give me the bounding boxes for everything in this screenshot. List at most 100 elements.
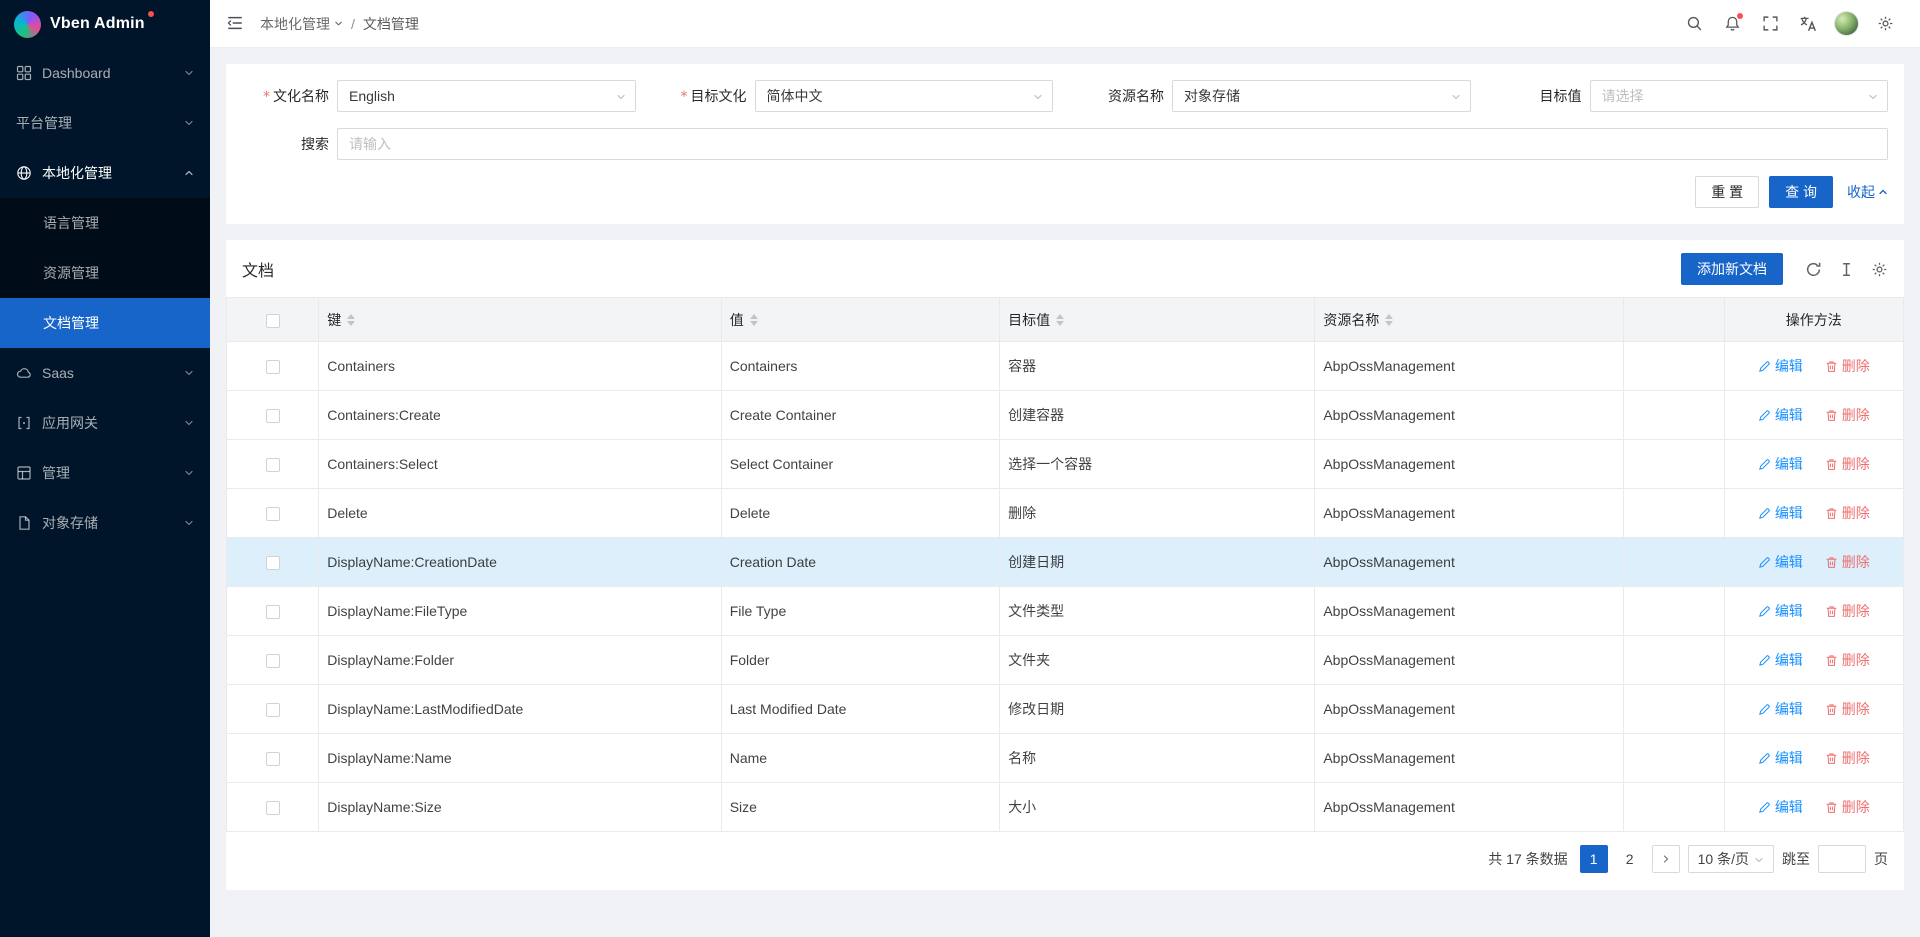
row-checkbox[interactable] (266, 556, 280, 570)
table-row[interactable]: Containers:Select Select Container 选择一个容… (227, 440, 1904, 489)
row-checkbox[interactable] (266, 752, 280, 766)
row-checkbox[interactable] (266, 360, 280, 374)
refresh-icon[interactable] (1805, 261, 1822, 278)
row-checkbox[interactable] (266, 654, 280, 668)
table-row[interactable]: DisplayName:LastModifiedDate Last Modifi… (227, 685, 1904, 734)
row-checkbox[interactable] (266, 507, 280, 521)
logo-icon (14, 11, 41, 38)
bell-icon[interactable] (1713, 0, 1751, 48)
sidebar-item-platform[interactable]: 平台管理 (0, 98, 210, 148)
query-button[interactable]: 查 询 (1769, 176, 1833, 208)
row-checkbox[interactable] (266, 409, 280, 423)
edit-button[interactable]: 编辑 (1758, 650, 1803, 670)
search-icon[interactable] (1675, 0, 1713, 48)
edit-button[interactable]: 编辑 (1758, 356, 1803, 376)
page-button-1[interactable]: 1 (1580, 845, 1608, 873)
table-row[interactable]: DisplayName:CreationDate Creation Date 创… (227, 538, 1904, 587)
edit-pencil-icon (1758, 654, 1771, 667)
edit-button[interactable]: 编辑 (1758, 552, 1803, 572)
target-value-select[interactable]: 请选择 (1590, 80, 1889, 112)
edit-label: 编辑 (1775, 601, 1803, 621)
delete-button[interactable]: 删除 (1825, 503, 1870, 523)
cell-resource-name: AbpOssManagement (1315, 685, 1624, 734)
sidebar-item-document-management[interactable]: 文档管理 (0, 298, 210, 348)
breadcrumb-parent[interactable]: 本地化管理 (260, 14, 343, 34)
column-header-resource-name[interactable]: 资源名称 (1315, 298, 1624, 342)
delete-button[interactable]: 删除 (1825, 405, 1870, 425)
delete-button[interactable]: 删除 (1825, 650, 1870, 670)
collapse-link[interactable]: 收起 (1847, 182, 1888, 202)
edit-pencil-icon (1758, 801, 1771, 814)
sidebar-item-resource-management[interactable]: 资源管理 (0, 248, 210, 298)
table-row[interactable]: DisplayName:FileType File Type 文件类型 AbpO… (227, 587, 1904, 636)
table-row[interactable]: Containers Containers 容器 AbpOssManagemen… (227, 342, 1904, 391)
delete-button[interactable]: 删除 (1825, 356, 1870, 376)
edit-pencil-icon (1758, 458, 1771, 471)
edit-button[interactable]: 编辑 (1758, 454, 1803, 474)
translate-icon[interactable] (1789, 0, 1827, 48)
logo[interactable]: Vben Admin (0, 0, 210, 48)
jump-page-input[interactable] (1818, 845, 1866, 873)
delete-trash-icon (1825, 507, 1838, 520)
culture-name-select[interactable]: English (337, 80, 636, 112)
sidebar-submenu-localization: 语言管理 资源管理 文档管理 (0, 198, 210, 348)
sidebar-item-localization[interactable]: 本地化管理 (0, 148, 210, 198)
column-header-target-value[interactable]: 目标值 (1000, 298, 1315, 342)
table-row[interactable]: Containers:Create Create Container 创建容器 … (227, 391, 1904, 440)
edit-button[interactable]: 编辑 (1758, 748, 1803, 768)
delete-button[interactable]: 删除 (1825, 552, 1870, 572)
table-row[interactable]: DisplayName:Folder Folder 文件夹 AbpOssMana… (227, 636, 1904, 685)
edit-button[interactable]: 编辑 (1758, 699, 1803, 719)
edit-button[interactable]: 编辑 (1758, 405, 1803, 425)
menu-fold-icon[interactable] (226, 14, 246, 34)
delete-button[interactable]: 删除 (1825, 748, 1870, 768)
chevron-down-icon (184, 418, 194, 428)
table-row[interactable]: Delete Delete 删除 AbpOssManagement 编辑 (227, 489, 1904, 538)
row-checkbox[interactable] (266, 605, 280, 619)
delete-trash-icon (1825, 801, 1838, 814)
edit-pencil-icon (1758, 556, 1771, 569)
sidebar-item-management[interactable]: 管理 (0, 448, 210, 498)
avatar[interactable] (1834, 11, 1859, 36)
main-area: 本地化管理 / 文档管理 (210, 0, 1920, 937)
sidebar-item-label: 对象存储 (42, 513, 184, 533)
cell-empty (1623, 734, 1724, 783)
delete-button[interactable]: 删除 (1825, 601, 1870, 621)
edit-button[interactable]: 编辑 (1758, 503, 1803, 523)
table-row[interactable]: DisplayName:Name Name 名称 AbpOssManagemen… (227, 734, 1904, 783)
sidebar-item-dashboard[interactable]: Dashboard (0, 48, 210, 98)
search-input[interactable] (337, 128, 1888, 160)
edit-button[interactable]: 编辑 (1758, 601, 1803, 621)
gear-icon[interactable] (1871, 261, 1888, 278)
column-header-value[interactable]: 值 (721, 298, 999, 342)
cell-key: Containers (319, 342, 721, 391)
pagination: 共 17 条数据 1 2 10 条/页 跳至 页 (226, 832, 1904, 886)
fullscreen-icon[interactable] (1751, 0, 1789, 48)
next-page-button[interactable] (1652, 845, 1680, 873)
row-checkbox[interactable] (266, 703, 280, 717)
column-height-icon[interactable] (1838, 261, 1855, 278)
sidebar-item-object-storage[interactable]: 对象存储 (0, 498, 210, 548)
sidebar-item-language-management[interactable]: 语言管理 (0, 198, 210, 248)
gear-icon[interactable] (1866, 0, 1904, 48)
select-all-checkbox[interactable] (266, 314, 280, 328)
delete-button[interactable]: 删除 (1825, 699, 1870, 719)
sidebar-item-saas[interactable]: Saas (0, 348, 210, 398)
delete-button[interactable]: 删除 (1825, 797, 1870, 817)
cell-target-value: 创建容器 (1000, 391, 1315, 440)
target-culture-select[interactable]: 简体中文 (755, 80, 1054, 112)
edit-button[interactable]: 编辑 (1758, 797, 1803, 817)
page-size-select[interactable]: 10 条/页 (1688, 845, 1774, 873)
sidebar-item-gateway[interactable]: 应用网关 (0, 398, 210, 448)
resource-name-select[interactable]: 对象存储 (1172, 80, 1471, 112)
delete-button[interactable]: 删除 (1825, 454, 1870, 474)
column-header-key[interactable]: 键 (319, 298, 721, 342)
page-button-2[interactable]: 2 (1616, 845, 1644, 873)
reset-button[interactable]: 重 置 (1695, 176, 1759, 208)
add-document-button[interactable]: 添加新文档 (1681, 253, 1783, 285)
pagination-total: 共 17 条数据 (1488, 849, 1567, 869)
table-row[interactable]: DisplayName:Size Size 大小 AbpOssManagemen… (227, 783, 1904, 832)
row-checkbox[interactable] (266, 801, 280, 815)
sort-icons (750, 314, 758, 326)
row-checkbox[interactable] (266, 458, 280, 472)
